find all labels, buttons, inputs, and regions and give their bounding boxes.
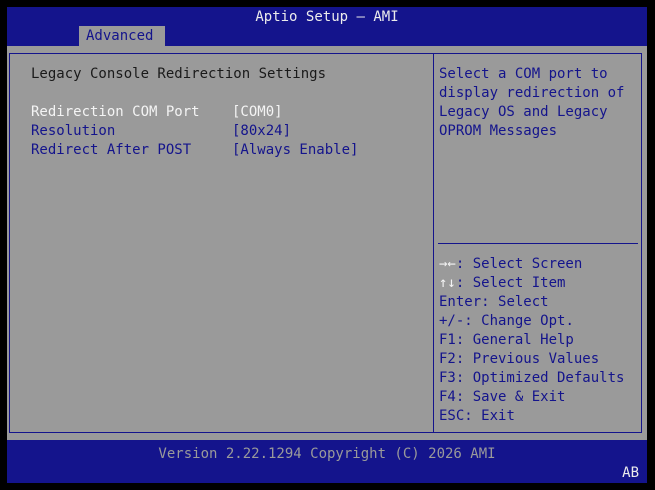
- arrows-up-down-icon: ↑↓: [439, 275, 456, 291]
- key-legend-f2: F2: Previous Values: [439, 351, 600, 367]
- key-legend-select-item: ↑↓: Select Item: [439, 275, 566, 291]
- version-text: Version 2.22.1294 Copyright (C) 2026 AMI: [158, 446, 496, 462]
- ab-badge: AB: [622, 465, 639, 481]
- option-redirection-com-port[interactable]: Redirection COM Port: [31, 103, 200, 122]
- tab-advanced[interactable]: Advanced: [79, 26, 165, 46]
- help-text-line: display redirection of: [439, 85, 625, 101]
- option-resolution-value[interactable]: [80x24]: [232, 122, 291, 141]
- help-text-line: OPROM Messages: [439, 123, 558, 139]
- option-redirect-after-post[interactable]: Redirect After POST: [31, 141, 191, 160]
- bios-screen: Aptio Setup – AMI Advanced Legacy Consol…: [0, 0, 655, 490]
- section-title: Legacy Console Redirection Settings: [31, 66, 327, 82]
- key-legend-esc: ESC: Exit: [439, 408, 515, 424]
- option-resolution[interactable]: Resolution: [31, 122, 115, 141]
- footer-bar: Version 2.22.1294 Copyright (C) 2026 AMI…: [7, 440, 647, 483]
- window-title: Aptio Setup – AMI: [255, 9, 399, 25]
- option-redirection-com-port-value[interactable]: [COM0]: [232, 103, 283, 122]
- key-legend-f4: F4: Save & Exit: [439, 389, 566, 405]
- header-bar: Aptio Setup – AMI Advanced: [7, 7, 647, 46]
- key-legend-change-opt: +/-: Change Opt.: [439, 313, 574, 329]
- help-text-line: Select a COM port to: [439, 66, 608, 82]
- arrows-left-right-icon: →←: [439, 256, 456, 272]
- main-panel: Legacy Console Redirection Settings Redi…: [7, 46, 647, 440]
- help-divider: [438, 243, 638, 244]
- key-legend-enter: Enter: Select: [439, 294, 549, 310]
- vertical-divider: [433, 53, 434, 433]
- help-text-line: Legacy OS and Legacy: [439, 104, 608, 120]
- key-legend-select-screen: →←: Select Screen: [439, 256, 583, 272]
- key-legend-f3: F3: Optimized Defaults: [439, 370, 625, 386]
- tab-advanced-label: Advanced: [86, 28, 154, 44]
- option-redirect-after-post-value[interactable]: [Always Enable]: [232, 141, 358, 160]
- key-legend-f1: F1: General Help: [439, 332, 574, 348]
